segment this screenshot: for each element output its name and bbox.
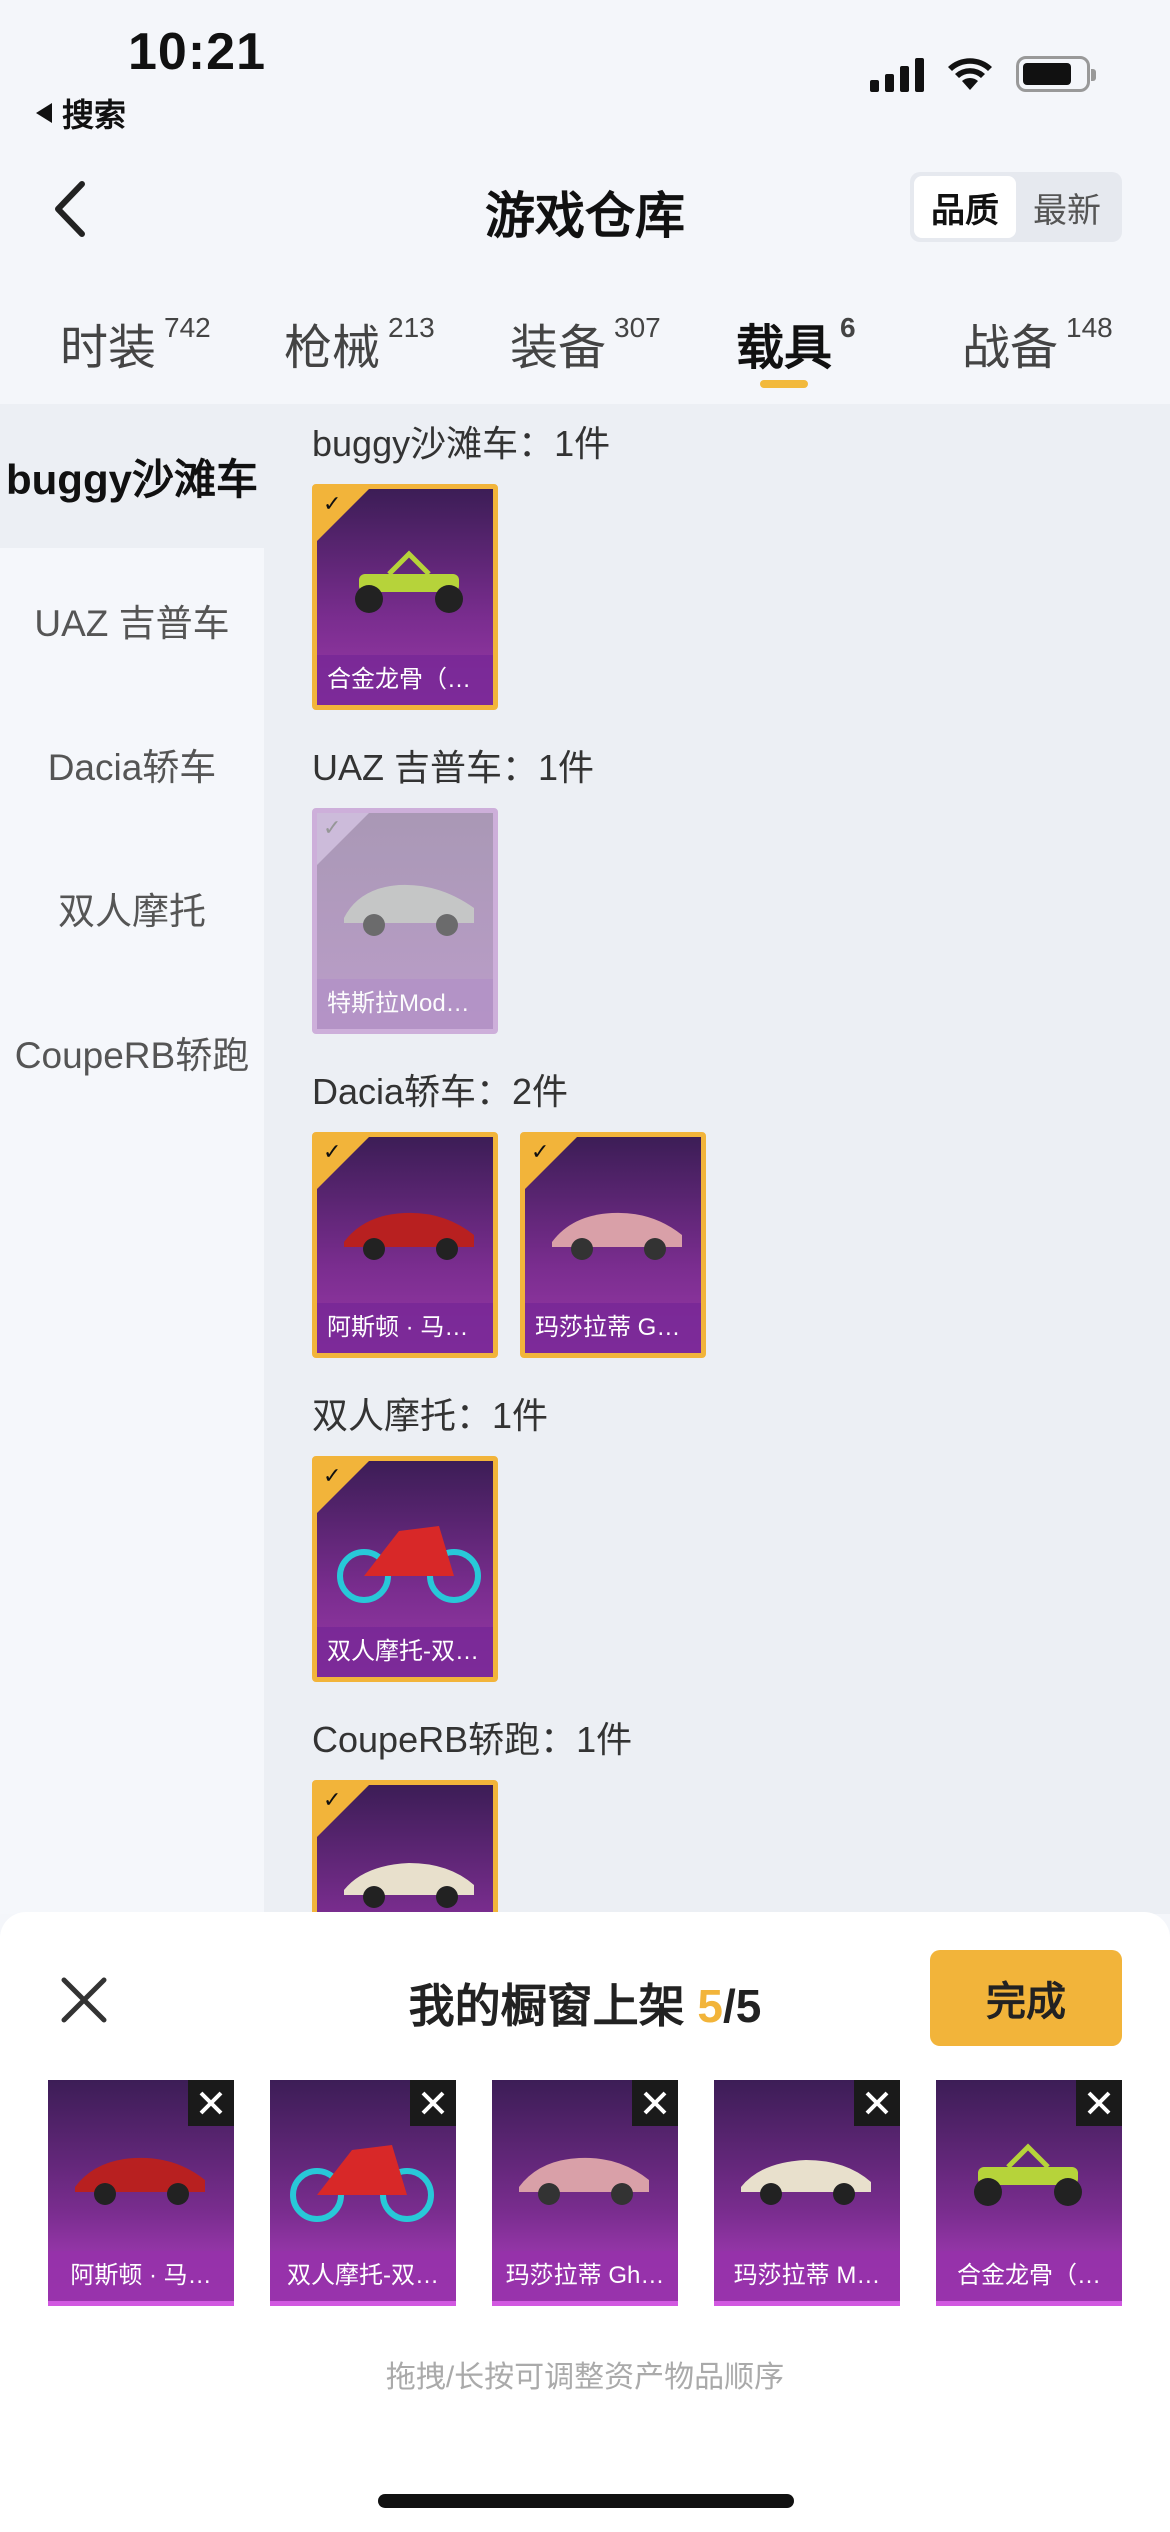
group-title: Dacia轿车：2件 [312,1071,569,1112]
showcase-item[interactable]: 玛莎拉蒂 Gh… [492,2080,678,2306]
category-tabs: 时装 742 枪械 213 装备 307 载具 6 战备 148 [0,300,1170,404]
remove-icon[interactable] [1076,2080,1122,2126]
showcase-title-text: 我的橱窗上架 [408,1980,685,2032]
back-triangle-icon [36,103,52,123]
sidebar-item-motorbike[interactable]: 双人摩托 [0,836,264,980]
group-title: 双人摩托：1件 [312,1395,549,1436]
vehicle-card[interactable]: ✓ 特斯拉Mod… [312,808,498,1034]
tab-count: 742 [164,312,211,343]
status-bar: 10:21 搜索 [0,0,1170,140]
showcase-item-label: 合金龙骨（… [936,2251,1122,2301]
tab-count: 307 [614,312,661,343]
sidebar-item-couperb[interactable]: CoupeRB轿跑 [0,980,264,1124]
tab-supplies[interactable]: 战备 148 [962,308,1113,378]
sort-option-quality[interactable]: 品质 [914,176,1016,238]
car-icon [344,1212,474,1260]
tab-weapons[interactable]: 枪械 213 [284,308,435,378]
tab-fashion[interactable]: 时装 742 [60,308,211,378]
remove-icon[interactable] [188,2080,234,2126]
car-icon [519,2157,649,2205]
sort-option-newest[interactable]: 最新 [1016,176,1118,238]
status-icons [870,56,1096,92]
back-to-app-link[interactable]: 搜索 [36,90,126,136]
vehicle-groups: buggy沙滩车：1件 ✓ 合金龙骨（… UAZ 吉普车：1件 ✓ 特斯拉Mod… [312,404,1142,2024]
showcase-item-label: 玛莎拉蒂 Gh… [492,2251,678,2301]
tab-equipment[interactable]: 装备 307 [510,308,661,378]
vehicle-card[interactable]: ✓ 玛莎拉蒂 Gh… [520,1132,706,1358]
group-title: UAZ 吉普车：1件 [312,747,595,788]
car-icon [552,1212,682,1260]
vehicle-card[interactable]: ✓ 阿斯顿 · 马… [312,1132,498,1358]
wifi-icon [948,58,992,90]
vehicle-card-label: 阿斯顿 · 马… [317,1303,493,1353]
remove-icon[interactable] [410,2080,456,2126]
showcase-item[interactable]: 玛莎拉蒂 M… [714,2080,900,2306]
vehicle-type-sidebar: buggy沙滩车 UAZ 吉普车 Dacia轿车 双人摩托 CoupeRB轿跑 [0,404,264,1914]
showcase-item-label: 玛莎拉蒂 M… [714,2251,900,2301]
buggy-icon [974,2143,1082,2206]
tab-label: 载具 [736,322,833,375]
tab-label: 枪械 [284,322,381,375]
signal-icon [870,56,924,92]
vehicle-card[interactable]: ✓ 双人摩托-双… [312,1456,498,1682]
showcase-item[interactable]: 双人摩托-双… [270,2080,456,2306]
home-indicator[interactable] [378,2494,794,2508]
group-title: buggy沙滩车：1件 [312,423,611,464]
tab-count: 148 [1066,312,1113,343]
tab-count: 213 [388,312,435,343]
vehicle-card-label: 合金龙骨（… [317,655,493,705]
done-button[interactable]: 完成 [930,1950,1122,2046]
sidebar-item-uaz[interactable]: UAZ 吉普车 [0,548,264,692]
tab-count: 6 [840,312,856,343]
remove-icon[interactable] [632,2080,678,2126]
showcase-item[interactable]: 合金龙骨（… [936,2080,1122,2306]
back-app-label: 搜索 [62,97,127,133]
sidebar-item-buggy[interactable]: buggy沙滩车 [0,404,264,548]
vehicle-card-label: 双人摩托-双… [317,1627,493,1677]
clock: 10:21 [128,23,266,81]
showcase-count-total: /5 [723,1980,762,2032]
reorder-hint: 拖拽/长按可调整资产物品顺序 [385,2361,785,2394]
showcase-item[interactable]: 阿斯顿 · 马… [48,2080,234,2306]
vehicle-card-label: 玛莎拉蒂 Gh… [525,1303,701,1353]
tab-label: 战备 [962,322,1059,375]
page-header: 游戏仓库 品质 最新 [0,150,1170,270]
group-title: CoupeRB轿跑：1件 [312,1719,633,1760]
group-items: ✓ 特斯拉Mod… [312,808,1142,1034]
tab-vehicles[interactable]: 载具 6 [736,308,856,378]
car-icon [741,2160,871,2205]
group-items: ✓ 合金龙骨（… [312,484,1142,710]
tab-label: 装备 [510,322,607,375]
sidebar-item-dacia[interactable]: Dacia轿车 [0,692,264,836]
showcase-sheet: 我的橱窗上架 5/5 完成 阿斯顿 · 马… 双人摩托-双… 玛莎拉蒂 Gh… … [0,1912,1170,2532]
showcase-count-current: 5 [697,1980,723,2032]
remove-icon[interactable] [854,2080,900,2126]
active-tab-indicator [760,380,808,388]
tab-label: 时装 [60,322,157,375]
showcase-item-label: 双人摩托-双… [270,2251,456,2301]
battery-icon [1016,56,1096,92]
buggy-icon [355,550,463,613]
vehicle-card[interactable]: ✓ 合金龙骨（… [312,484,498,710]
inventory-content: buggy沙滩车 UAZ 吉普车 Dacia轿车 双人摩托 CoupeRB轿跑 … [0,404,1170,2006]
group-items: ✓ 双人摩托-双… [312,1456,1142,1682]
vehicle-card-label: 特斯拉Mod… [317,979,493,1029]
showcase-items: 阿斯顿 · 马… 双人摩托-双… 玛莎拉蒂 Gh… 玛莎拉蒂 M… 合金龙骨（… [48,2080,1122,2306]
car-icon [344,884,474,936]
group-items: ✓ 阿斯顿 · 马… ✓ 玛莎拉蒂 Gh… [312,1132,1142,1358]
motorbike-icon [337,1526,481,1603]
showcase-item-label: 阿斯顿 · 马… [48,2251,234,2301]
motorbike-icon [290,2145,434,2222]
car-icon [75,2157,205,2205]
sort-toggle: 品质 最新 [910,172,1122,242]
